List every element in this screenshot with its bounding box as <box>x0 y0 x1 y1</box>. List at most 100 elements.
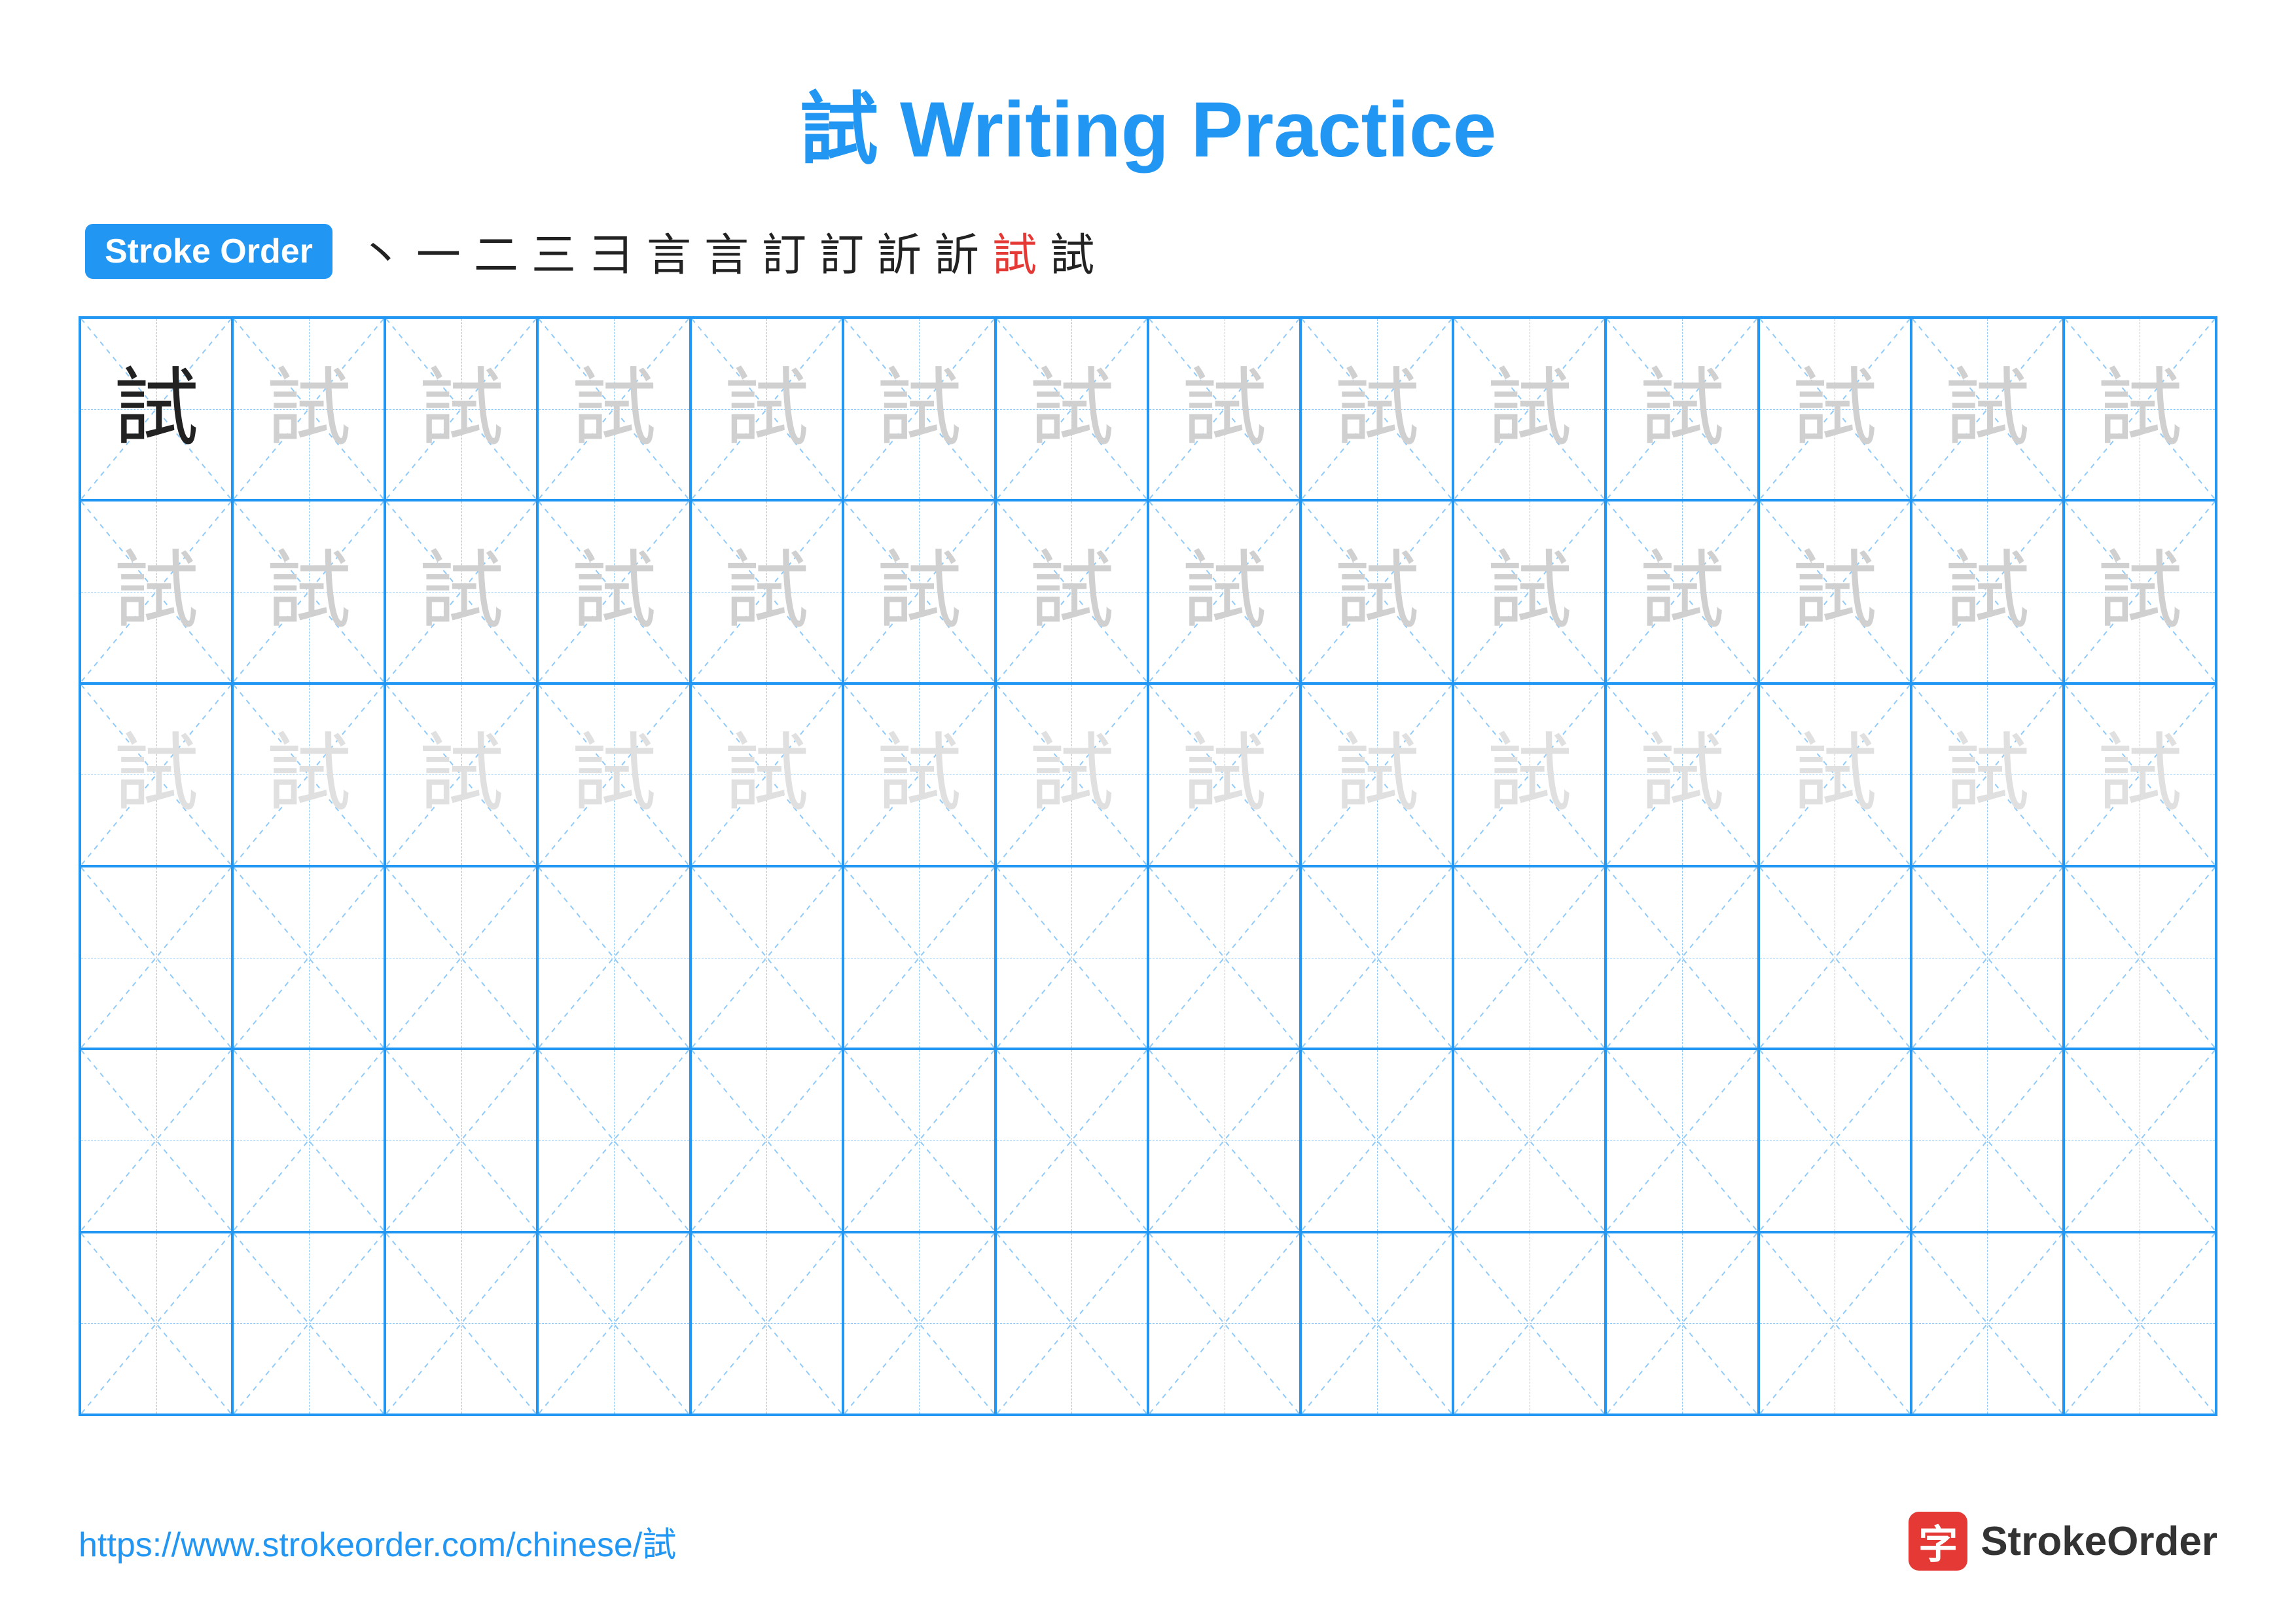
grid-cell[interactable] <box>537 866 690 1049</box>
grid-cell[interactable]: 試 <box>2064 500 2216 683</box>
grid-cell[interactable] <box>2064 866 2216 1049</box>
grid-cell[interactable]: 試 <box>1148 684 1300 866</box>
grid-cell[interactable] <box>1911 1232 2064 1415</box>
grid-cell[interactable]: 試 <box>691 684 843 866</box>
stroke-2: 一 <box>416 219 461 283</box>
practice-char: 試 <box>1487 732 1572 817</box>
grid-cell[interactable] <box>232 866 385 1049</box>
grid-cell[interactable] <box>537 1049 690 1231</box>
practice-char: 試 <box>419 732 504 817</box>
grid-cell[interactable] <box>1148 1049 1300 1231</box>
grid-cell[interactable]: 試 <box>1605 318 1758 500</box>
grid-cell[interactable]: 試 <box>843 684 996 866</box>
stroke-8: 訂 <box>762 219 806 283</box>
grid-cell[interactable] <box>996 1232 1148 1415</box>
grid-cell[interactable]: 試 <box>996 684 1148 866</box>
grid-cell[interactable]: 試 <box>1453 684 1605 866</box>
grid-cell[interactable]: 試 <box>1300 500 1453 683</box>
grid-cell[interactable] <box>1759 1049 1911 1231</box>
grid-cell[interactable]: 試 <box>1148 318 1300 500</box>
grid-cell[interactable] <box>1300 866 1453 1049</box>
practice-char: 試 <box>1029 549 1114 634</box>
grid-cell[interactable] <box>1148 866 1300 1049</box>
grid-cell[interactable] <box>2064 1049 2216 1231</box>
grid-cell[interactable] <box>80 866 232 1049</box>
grid-cell[interactable]: 試 <box>691 318 843 500</box>
grid-cell[interactable]: 試 <box>232 318 385 500</box>
grid-cell[interactable]: 試 <box>843 500 996 683</box>
practice-char: 試 <box>1487 549 1572 634</box>
grid-cell[interactable] <box>996 866 1148 1049</box>
grid-cell[interactable]: 試 <box>1453 500 1605 683</box>
grid-cell[interactable]: 試 <box>2064 318 2216 500</box>
grid-cell[interactable]: 試 <box>232 684 385 866</box>
practice-char: 試 <box>266 367 351 452</box>
grid-cell[interactable]: 試 <box>537 500 690 683</box>
grid-cell[interactable]: 試 <box>996 318 1148 500</box>
grid-cell[interactable]: 試 <box>385 318 537 500</box>
grid-cell[interactable]: 試 <box>1148 500 1300 683</box>
grid-cell[interactable] <box>1148 1232 1300 1415</box>
grid-cell[interactable] <box>1911 866 2064 1049</box>
grid-cell[interactable] <box>843 1232 996 1415</box>
grid-cell[interactable] <box>385 866 537 1049</box>
grid-cell[interactable]: 試 <box>80 684 232 866</box>
grid-cell[interactable]: 試 <box>1759 500 1911 683</box>
grid-cell[interactable] <box>2064 1232 2216 1415</box>
grid-cell[interactable] <box>232 1232 385 1415</box>
grid-cell[interactable]: 試 <box>1911 500 2064 683</box>
grid-cell[interactable] <box>80 1049 232 1231</box>
grid-cell[interactable] <box>537 1232 690 1415</box>
grid-cell[interactable] <box>691 866 843 1049</box>
grid-cell[interactable]: 試 <box>1911 684 2064 866</box>
grid-cell[interactable] <box>1911 1049 2064 1231</box>
grid-cell[interactable] <box>1605 866 1758 1049</box>
grid-cell[interactable]: 試 <box>1759 318 1911 500</box>
grid-cell[interactable] <box>691 1049 843 1231</box>
footer-logo: 字 StrokeOrder <box>1909 1512 2217 1571</box>
grid-cell[interactable]: 試 <box>80 500 232 683</box>
grid-cell[interactable]: 試 <box>232 500 385 683</box>
grid-cell[interactable] <box>1453 1232 1605 1415</box>
grid-cell[interactable] <box>232 1049 385 1231</box>
grid-cell[interactable]: 試 <box>843 318 996 500</box>
grid-cell[interactable] <box>1605 1049 1758 1231</box>
grid-cell[interactable]: 試 <box>1911 318 2064 500</box>
grid-cell[interactable]: 試 <box>385 500 537 683</box>
grid-cell[interactable] <box>1759 866 1911 1049</box>
grid-cell[interactable]: 試 <box>537 318 690 500</box>
grid-cell[interactable]: 試 <box>385 684 537 866</box>
grid-cell[interactable] <box>1453 1049 1605 1231</box>
grid-cell[interactable] <box>385 1049 537 1231</box>
grid-cell[interactable]: 試 <box>1300 318 1453 500</box>
grid-cell[interactable] <box>385 1232 537 1415</box>
grid-cell[interactable]: 試 <box>537 684 690 866</box>
practice-char: 試 <box>1945 732 2030 817</box>
grid-cell[interactable] <box>1300 1049 1453 1231</box>
grid-cell[interactable]: 試 <box>1453 318 1605 500</box>
grid-cell[interactable] <box>843 866 996 1049</box>
practice-char: 試 <box>114 732 199 817</box>
practice-char: 試 <box>2097 367 2182 452</box>
grid-cell[interactable] <box>1759 1232 1911 1415</box>
grid-cell[interactable]: 試 <box>1300 684 1453 866</box>
stroke-9: 訂 <box>819 219 864 283</box>
grid-cell[interactable] <box>1453 866 1605 1049</box>
grid-cell[interactable] <box>691 1232 843 1415</box>
grid-cell[interactable]: 試 <box>2064 684 2216 866</box>
grid-cell[interactable] <box>1300 1232 1453 1415</box>
grid-cell[interactable]: 試 <box>80 318 232 500</box>
practice-char: 試 <box>724 549 809 634</box>
grid-cell[interactable]: 試 <box>1605 684 1758 866</box>
grid-cell[interactable]: 試 <box>1605 500 1758 683</box>
grid-cell[interactable]: 試 <box>996 500 1148 683</box>
grid-cell[interactable]: 試 <box>1759 684 1911 866</box>
grid-cell[interactable] <box>80 1232 232 1415</box>
grid-cell[interactable]: 試 <box>691 500 843 683</box>
practice-char: 試 <box>571 367 656 452</box>
grid-cell[interactable] <box>843 1049 996 1231</box>
practice-char: 試 <box>1335 549 1420 634</box>
practice-char: 試 <box>114 549 199 634</box>
grid-cell[interactable] <box>1605 1232 1758 1415</box>
grid-cell[interactable] <box>996 1049 1148 1231</box>
